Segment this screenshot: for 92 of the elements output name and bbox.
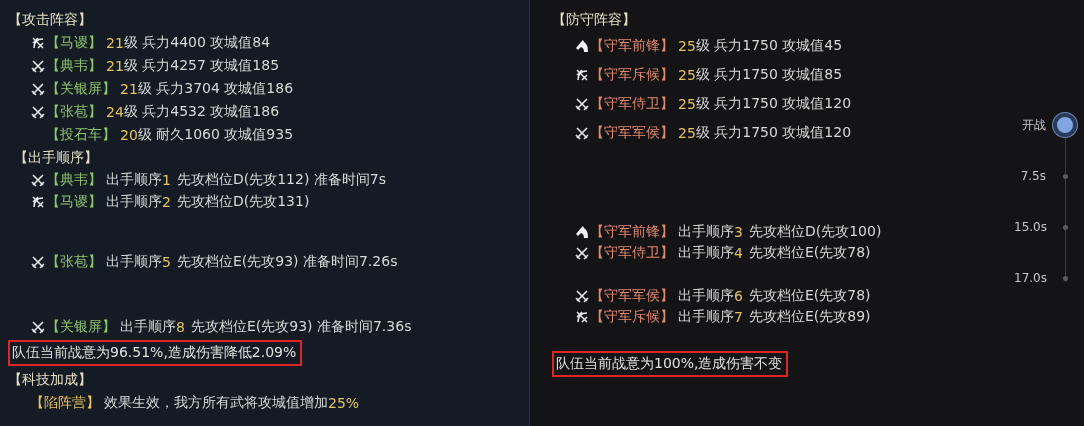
general-stats: 级 兵力3704 攻城值186 [137,79,294,98]
order-number: 1 [162,172,171,188]
timeline-marker[interactable] [1063,224,1068,230]
bow-icon [31,35,45,50]
order-detail: 先攻档位E(先攻93) 准备时间7.36s [190,318,412,336]
tech-value: 25% [328,394,360,411]
morale-message: 队伍当前战意为96.51%,造成伤害降低2.09% [8,340,303,366]
timeline-marker[interactable] [1062,173,1068,179]
crossed-swords-icon [575,245,589,260]
general-name: 【守军斥候】 [590,307,674,326]
general-name: 【张苞】 [46,102,102,121]
general-name: 【守军侍卫】 [590,94,674,113]
order-label: 出手顺序 [106,193,162,211]
crossed-swords-icon [31,320,45,334]
crossed-swords-icon [31,81,45,96]
order-label: 出手顺序 [678,286,734,305]
general-name: 【关银屏】 [46,79,116,98]
general-name: 【投石车】 [46,125,116,144]
section-title: 【出手顺序】 [14,148,99,167]
order-number: 5 [162,254,171,270]
order-detail: 先攻档位E(先攻89) [748,307,871,326]
general-name: 【守军前锋】 [590,222,674,241]
order-label: 出手顺序 [678,307,734,326]
timeline-label: 17.0s [1014,271,1047,285]
general-name: 【守军军侯】 [590,123,674,142]
order-label: 出手顺序 [678,222,734,241]
general-name: 【马谡】 [46,193,102,211]
level-number: 21 [120,80,138,97]
order-detail: 先攻档位D(先攻112) 准备时间7s [176,171,386,189]
level-number: 20 [120,126,138,143]
order-label: 出手顺序 [120,318,176,336]
crossed-swords-icon [575,96,589,111]
order-detail: 先攻档位E(先攻78) [748,286,871,305]
crossed-swords-icon [31,255,45,269]
horse-head-icon [575,224,589,239]
level-number: 25 [678,37,696,54]
order-detail: 先攻档位D(先攻100) [748,222,882,241]
timeline-label: 开战 [1022,116,1046,134]
general-name: 【典韦】 [46,171,102,189]
horse-head-icon [575,38,589,53]
general-stats: 级 兵力1750 攻城值85 [695,65,843,84]
order-number: 4 [734,244,743,261]
general-name: 【张苞】 [46,253,102,271]
morale-message: 队伍当前战意为100%,造成伤害不变 [552,351,789,377]
order-detail: 先攻档位E(先攻93) 准备时间7.26s [176,253,398,271]
order-label: 出手顺序 [106,171,162,189]
tech-effect: 效果生效，我方所有武将攻城值增加 [104,393,328,412]
general-stats: 级 兵力1750 攻城值120 [695,94,852,113]
level-number: 21 [106,57,124,74]
level-number: 25 [678,95,696,112]
bow-icon [575,309,589,324]
order-number: 7 [734,308,743,325]
timeline-marker[interactable] [1063,275,1068,281]
general-name: 【马谡】 [46,33,102,52]
order-detail: 先攻档位D(先攻131) [176,193,310,211]
crossed-swords-icon [575,288,589,303]
section-title: 【科技加成】 [8,370,93,389]
general-name: 【关银屏】 [46,318,116,336]
general-name: 【守军侍卫】 [590,243,674,262]
general-name: 【守军前锋】 [590,36,674,55]
timeline-label: 15.0s [1014,220,1047,234]
general-name: 【守军斥候】 [590,65,674,84]
order-label: 出手顺序 [678,243,734,262]
order-number: 6 [734,287,743,304]
level-number: 21 [106,34,124,51]
general-stats: 级 耐久1060 攻城值935 [137,125,294,144]
section-title: 【攻击阵容】 [8,10,93,29]
bow-icon [31,195,45,209]
level-number: 25 [678,124,696,141]
tech-name: 【陷阵营】 [30,393,100,412]
order-label: 出手顺序 [106,253,162,271]
order-number: 8 [176,319,185,335]
section-title: 【防守阵容】 [552,10,637,29]
order-number: 3 [734,223,743,240]
crossed-swords-icon [31,104,45,119]
general-name: 【典韦】 [46,56,102,75]
level-number: 25 [678,66,696,83]
order-number: 2 [162,194,171,210]
timeline-label: 7.5s [1020,169,1046,183]
order-detail: 先攻档位E(先攻78) [748,243,871,262]
general-stats: 级 兵力1750 攻城值45 [695,36,843,55]
crossed-swords-icon [575,125,589,140]
general-stats: 级 兵力4257 攻城值185 [123,56,280,75]
crossed-swords-icon [31,58,45,73]
timeline-marker[interactable] [1053,113,1077,137]
general-stats: 级 兵力1750 攻城值120 [695,123,852,142]
crossed-swords-icon [31,173,45,187]
general-stats: 级 兵力4400 攻城值84 [123,33,271,52]
level-number: 24 [106,103,124,120]
bow-icon [575,67,589,82]
general-stats: 级 兵力4532 攻城值186 [123,102,280,121]
general-name: 【守军军侯】 [590,286,674,305]
